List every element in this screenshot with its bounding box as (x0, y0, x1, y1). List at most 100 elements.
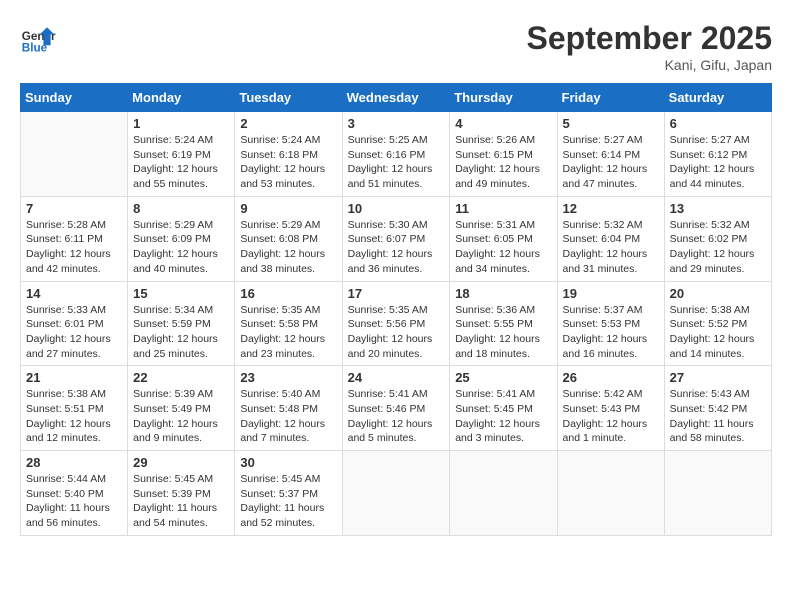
calendar-cell: 24 Sunrise: 5:41 AM Sunset: 5:46 PM Dayli… (342, 366, 450, 451)
calendar-cell: 4 Sunrise: 5:26 AM Sunset: 6:15 PM Daylig… (450, 112, 557, 197)
day-number: 6 (670, 116, 766, 131)
calendar-cell: 30 Sunrise: 5:45 AM Sunset: 5:37 PM Dayli… (235, 451, 342, 536)
weekday-header: Friday (557, 84, 664, 112)
weekday-header: Monday (128, 84, 235, 112)
calendar-cell: 9 Sunrise: 5:29 AM Sunset: 6:08 PM Daylig… (235, 196, 342, 281)
calendar-cell: 28 Sunrise: 5:44 AM Sunset: 5:40 PM Dayli… (21, 451, 128, 536)
calendar-cell: 15Sunrise: 5:34 AM Sunset: 5:59 PM Dayli… (128, 281, 235, 366)
day-info: Sunrise: 5:24 AM Sunset: 6:19 PM Dayligh… (133, 133, 229, 192)
day-info: Sunrise: 5:35 AM Sunset: 5:56 PM Dayligh… (348, 303, 445, 362)
logo-icon: General Blue (20, 20, 56, 56)
day-number: 12 (563, 201, 659, 216)
day-number: 21 (26, 370, 122, 385)
calendar-title: September 2025 (527, 20, 772, 57)
day-info: Sunrise: 5:32 AM Sunset: 6:02 PM Dayligh… (670, 218, 766, 277)
calendar-cell: 17Sunrise: 5:35 AM Sunset: 5:56 PM Dayli… (342, 281, 450, 366)
weekday-header: Thursday (450, 84, 557, 112)
calendar-cell: 29 Sunrise: 5:45 AM Sunset: 5:39 PM Dayli… (128, 451, 235, 536)
calendar-cell: 10 Sunrise: 5:30 AM Sunset: 6:07 PM Dayli… (342, 196, 450, 281)
page-header: General Blue September 2025 Kani, Gifu, … (20, 20, 772, 73)
calendar-cell: 5 Sunrise: 5:27 AM Sunset: 6:14 PM Daylig… (557, 112, 664, 197)
day-number: 24 (348, 370, 445, 385)
calendar-cell: 11 Sunrise: 5:31 AM Sunset: 6:05 PM Dayli… (450, 196, 557, 281)
day-info: Sunrise: 5:38 AM Sunset: 5:52 PM Dayligh… (670, 303, 766, 362)
day-info: Sunrise: 5:41 AM Sunset: 5:46 PM Dayligh… (348, 387, 445, 446)
day-number: 30 (240, 455, 336, 470)
calendar-cell (21, 112, 128, 197)
day-info: Sunrise: 5:35 AM Sunset: 5:58 PM Dayligh… (240, 303, 336, 362)
day-number: 9 (240, 201, 336, 216)
day-info: Sunrise: 5:44 AM Sunset: 5:40 PM Dayligh… (26, 472, 122, 531)
day-info: Sunrise: 5:34 AM Sunset: 5:59 PM Dayligh… (133, 303, 229, 362)
weekday-header-row: SundayMondayTuesdayWednesdayThursdayFrid… (21, 84, 772, 112)
day-number: 29 (133, 455, 229, 470)
day-number: 25 (455, 370, 551, 385)
week-row: 14Sunrise: 5:33 AM Sunset: 6:01 PM Dayli… (21, 281, 772, 366)
weekday-header: Wednesday (342, 84, 450, 112)
calendar-cell: 7Sunrise: 5:28 AM Sunset: 6:11 PM Daylig… (21, 196, 128, 281)
day-info: Sunrise: 5:29 AM Sunset: 6:09 PM Dayligh… (133, 218, 229, 277)
day-info: Sunrise: 5:27 AM Sunset: 6:12 PM Dayligh… (670, 133, 766, 192)
calendar-cell: 23Sunrise: 5:40 AM Sunset: 5:48 PM Dayli… (235, 366, 342, 451)
calendar-cell: 3 Sunrise: 5:25 AM Sunset: 6:16 PM Daylig… (342, 112, 450, 197)
day-number: 4 (455, 116, 551, 131)
calendar-cell (450, 451, 557, 536)
calendar-cell: 19 Sunrise: 5:37 AM Sunset: 5:53 PM Dayli… (557, 281, 664, 366)
day-info: Sunrise: 5:41 AM Sunset: 5:45 PM Dayligh… (455, 387, 551, 446)
calendar-cell: 6 Sunrise: 5:27 AM Sunset: 6:12 PM Daylig… (664, 112, 771, 197)
day-number: 26 (563, 370, 659, 385)
calendar-cell: 12 Sunrise: 5:32 AM Sunset: 6:04 PM Dayli… (557, 196, 664, 281)
day-info: Sunrise: 5:26 AM Sunset: 6:15 PM Dayligh… (455, 133, 551, 192)
day-number: 7 (26, 201, 122, 216)
day-number: 1 (133, 116, 229, 131)
week-row: 1 Sunrise: 5:24 AM Sunset: 6:19 PM Daylig… (21, 112, 772, 197)
day-info: Sunrise: 5:33 AM Sunset: 6:01 PM Dayligh… (26, 303, 122, 362)
calendar-cell (342, 451, 450, 536)
day-info: Sunrise: 5:27 AM Sunset: 6:14 PM Dayligh… (563, 133, 659, 192)
calendar-cell: 22 Sunrise: 5:39 AM Sunset: 5:49 PM Dayli… (128, 366, 235, 451)
calendar-cell: 16 Sunrise: 5:35 AM Sunset: 5:58 PM Dayli… (235, 281, 342, 366)
day-number: 8 (133, 201, 229, 216)
calendar-subtitle: Kani, Gifu, Japan (527, 57, 772, 73)
day-number: 10 (348, 201, 445, 216)
day-number: 2 (240, 116, 336, 131)
day-info: Sunrise: 5:25 AM Sunset: 6:16 PM Dayligh… (348, 133, 445, 192)
day-number: 27 (670, 370, 766, 385)
weekday-header: Tuesday (235, 84, 342, 112)
weekday-header: Sunday (21, 84, 128, 112)
calendar-cell: 8 Sunrise: 5:29 AM Sunset: 6:09 PM Daylig… (128, 196, 235, 281)
day-info: Sunrise: 5:29 AM Sunset: 6:08 PM Dayligh… (240, 218, 336, 277)
week-row: 7Sunrise: 5:28 AM Sunset: 6:11 PM Daylig… (21, 196, 772, 281)
day-number: 3 (348, 116, 445, 131)
calendar-cell: 26Sunrise: 5:42 AM Sunset: 5:43 PM Dayli… (557, 366, 664, 451)
day-info: Sunrise: 5:30 AM Sunset: 6:07 PM Dayligh… (348, 218, 445, 277)
day-info: Sunrise: 5:45 AM Sunset: 5:37 PM Dayligh… (240, 472, 336, 531)
title-block: September 2025 Kani, Gifu, Japan (527, 20, 772, 73)
calendar-cell: 18Sunrise: 5:36 AM Sunset: 5:55 PM Dayli… (450, 281, 557, 366)
calendar-cell: 13 Sunrise: 5:32 AM Sunset: 6:02 PM Dayli… (664, 196, 771, 281)
calendar-cell (664, 451, 771, 536)
day-number: 18 (455, 286, 551, 301)
day-number: 22 (133, 370, 229, 385)
day-info: Sunrise: 5:43 AM Sunset: 5:42 PM Dayligh… (670, 387, 766, 446)
day-number: 13 (670, 201, 766, 216)
day-number: 19 (563, 286, 659, 301)
week-row: 28 Sunrise: 5:44 AM Sunset: 5:40 PM Dayli… (21, 451, 772, 536)
day-number: 28 (26, 455, 122, 470)
day-info: Sunrise: 5:31 AM Sunset: 6:05 PM Dayligh… (455, 218, 551, 277)
calendar-cell: 25 Sunrise: 5:41 AM Sunset: 5:45 PM Dayli… (450, 366, 557, 451)
calendar-cell (557, 451, 664, 536)
day-number: 11 (455, 201, 551, 216)
day-info: Sunrise: 5:39 AM Sunset: 5:49 PM Dayligh… (133, 387, 229, 446)
day-info: Sunrise: 5:45 AM Sunset: 5:39 PM Dayligh… (133, 472, 229, 531)
day-number: 16 (240, 286, 336, 301)
calendar-cell: 14Sunrise: 5:33 AM Sunset: 6:01 PM Dayli… (21, 281, 128, 366)
day-info: Sunrise: 5:37 AM Sunset: 5:53 PM Dayligh… (563, 303, 659, 362)
calendar-table: SundayMondayTuesdayWednesdayThursdayFrid… (20, 83, 772, 536)
day-info: Sunrise: 5:38 AM Sunset: 5:51 PM Dayligh… (26, 387, 122, 446)
day-info: Sunrise: 5:24 AM Sunset: 6:18 PM Dayligh… (240, 133, 336, 192)
day-number: 5 (563, 116, 659, 131)
calendar-cell: 20Sunrise: 5:38 AM Sunset: 5:52 PM Dayli… (664, 281, 771, 366)
day-info: Sunrise: 5:32 AM Sunset: 6:04 PM Dayligh… (563, 218, 659, 277)
weekday-header: Saturday (664, 84, 771, 112)
